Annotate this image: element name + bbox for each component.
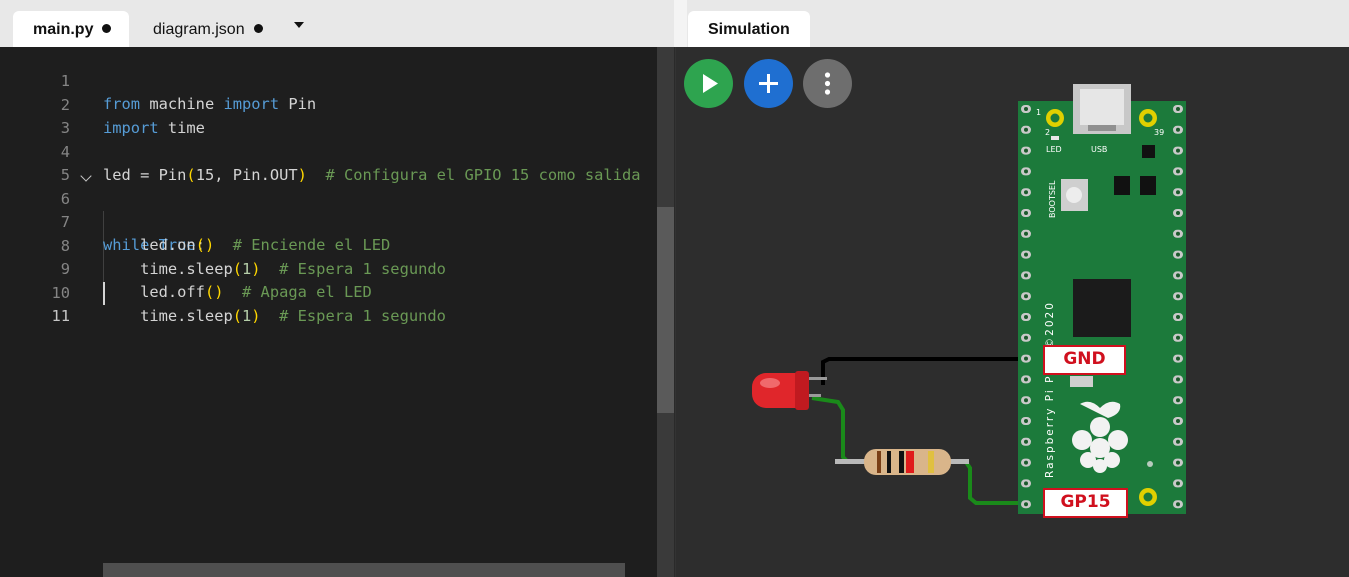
header-pin-hole [1024,377,1028,382]
header-pin-hole [1176,377,1180,382]
header-pin-hole [1176,460,1180,465]
board-silkscreen: Raspberry Pi Pico ©2020 [1044,301,1056,478]
header-pin-hole [1024,107,1028,111]
usb-silkscreen: USB [1091,145,1107,154]
line-number: 11 [51,307,70,325]
vertical-scrollbar-thumb[interactable] [657,207,674,413]
header-pin-hole [1024,315,1028,319]
code-line[interactable]: 11 [0,282,657,325]
header-pin-hole [1176,398,1180,403]
header-pin-hole [1024,419,1028,423]
tab-diagram-json-label: diagram.json [153,21,245,38]
code-line[interactable]: 9 led.off() # Apaga el LED [0,235,657,301]
header-pin-hole [1024,252,1028,257]
header-pin-hole [1024,335,1028,340]
led-silkscreen: LED [1046,145,1062,154]
bracket: ) [251,306,261,325]
text-cursor [103,282,105,305]
code-line[interactable]: 8 time.sleep(1) # Espera 1 segundo [0,212,657,278]
fold-chevron-icon[interactable] [80,169,92,182]
rp2040-chip [1073,279,1131,337]
header-pin-hole [1176,294,1180,299]
header-pin-hole [1024,127,1028,132]
header-pin-hole [1024,502,1028,507]
tab-main-py-label: main.py [33,21,94,38]
gnd-wire[interactable] [821,357,1034,385]
tab-simulation-label: Simulation [708,21,790,38]
bracket: ( [232,306,243,325]
gnd-pin-label: GND [1043,345,1126,375]
code-line[interactable]: 3 [0,94,657,137]
header-pin-hole [1024,356,1028,361]
header-pin-hole [1176,502,1180,507]
tab-diagram-json[interactable]: diagram.json [136,11,286,47]
header-pin-hole [1024,190,1028,195]
header-pin-hole [1176,252,1180,257]
tab-main-py[interactable]: main.py [13,11,129,47]
header-pin-hole [1176,231,1180,236]
pin-1-label: 1 [1036,108,1041,117]
header-pin-hole [1024,273,1028,278]
unsaved-dot-icon [253,24,263,33]
header-pin-hole [1024,398,1028,403]
header-pin-hole [1024,439,1028,444]
header-pin-hole [1176,356,1180,361]
header-pin-hole [1176,315,1180,319]
header-pin-hole [1024,211,1028,215]
code-line[interactable]: 7 led.on() # Enciende el LED [0,188,657,254]
bootsel-silkscreen: BOOTSEL [1048,180,1057,218]
gp15-pin-label: GP15 [1043,488,1128,518]
header-pin-hole [1024,231,1028,236]
code-comment: # Espera 1 segundo [260,306,446,325]
resistor[interactable] [835,449,969,475]
code-line[interactable]: 1 from machine import Pin [0,47,657,113]
code-editor[interactable]: 1 from machine import Pin 2 import time … [0,47,657,577]
header-pin-hole [1176,107,1180,111]
pin-1-label: 2 [1045,128,1050,137]
circuit-diagram: 2 1 39 LED USB BOOTSEL Raspberry Pi Pico… [752,84,1186,514]
header-pin-hole [1176,273,1180,278]
horizontal-scrollbar-thumb[interactable] [103,563,625,577]
header-pin-hole [1024,169,1028,174]
code-text: time.sleep [103,306,233,325]
header-pin-hole [1176,211,1180,215]
gp15-wire[interactable] [950,460,1028,505]
header-pin-hole [1024,148,1028,153]
header-pin-hole [1176,169,1180,174]
header-pin-hole [1176,481,1180,486]
unsaved-dot-icon [102,24,112,33]
raspberry-pi-pico-board[interactable]: 2 1 39 LED USB BOOTSEL Raspberry Pi Pico… [1018,84,1186,514]
header-pin-hole [1176,190,1180,195]
header-pin-hole [1176,148,1180,153]
tab-menu-caret-icon[interactable] [294,22,304,28]
number-literal: 1 [242,306,252,325]
header-pin-hole [1176,127,1180,132]
header-pin-hole [1024,481,1028,486]
header-pin-hole [1024,294,1028,299]
led-resistor-wire[interactable] [811,396,865,464]
horizontal-scrollbar[interactable] [103,563,625,577]
header-pin-hole [1176,419,1180,423]
tab-simulation[interactable]: Simulation [688,11,810,47]
header-pin-hole [1176,335,1180,340]
tab-bar-divider [674,0,687,47]
code-line[interactable]: 10 time.sleep(1) # Espera 1 segundo [0,259,657,325]
code-line[interactable]: 6 while True: [0,165,657,254]
red-led[interactable] [752,371,827,410]
code-line[interactable]: 2 import time [0,71,657,137]
header-pin-hole [1024,460,1028,465]
code-line[interactable]: 5 [0,141,657,184]
pin-39-label: 39 [1154,128,1164,137]
code-line[interactable]: 4 led = Pin(15, Pin.OUT) # Configura el … [0,118,657,184]
header-pin-hole [1176,439,1180,444]
